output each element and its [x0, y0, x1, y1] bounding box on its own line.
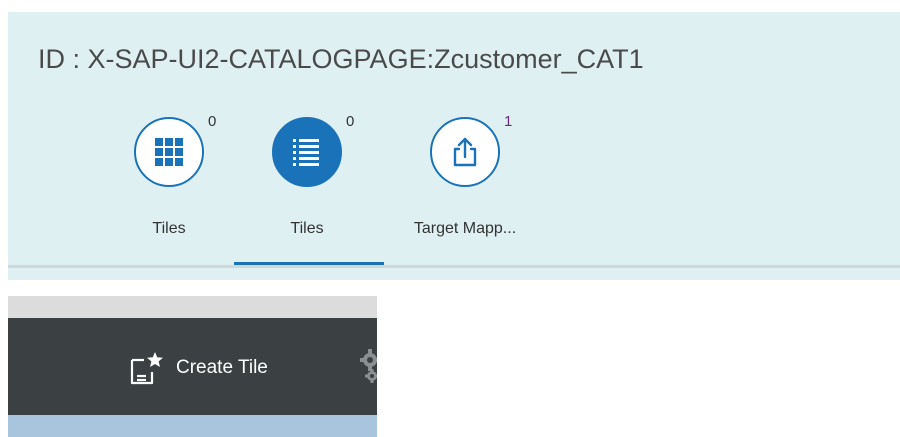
toolbar-bottom-strip	[8, 415, 377, 437]
tab-bar-divider	[8, 265, 900, 268]
gear-icon	[360, 349, 377, 383]
tab-icon-circle	[430, 117, 500, 187]
tab-label: Tiles	[290, 220, 324, 237]
create-tile-label: Create Tile	[176, 357, 268, 378]
grid-icon	[155, 138, 183, 166]
tab-count: 0	[346, 113, 355, 130]
footer-toolbar: Create Tile	[8, 318, 377, 415]
create-tile-icon	[130, 352, 163, 385]
tab-label: Target Mapp...	[413, 220, 517, 237]
tab-tiles-grid[interactable]: 0 Tiles	[96, 113, 246, 265]
toolbar-top-strip	[8, 296, 377, 318]
tab-icon-circle	[134, 117, 204, 187]
tab-label: Tiles	[152, 220, 186, 237]
catalog-header-panel: ID : X-SAP-UI2-CATALOGPAGE:Zcustomer_CAT…	[8, 12, 900, 280]
create-tile-button[interactable]: Create Tile	[128, 348, 268, 388]
page-title: ID : X-SAP-UI2-CATALOGPAGE:Zcustomer_CAT…	[38, 44, 644, 74]
tab-count: 1	[504, 113, 513, 130]
footer-toolbar-area: Create Tile	[8, 296, 377, 437]
list-icon	[293, 139, 319, 166]
tab-count: 0	[208, 113, 217, 130]
share-upload-icon	[453, 137, 477, 167]
tab-target-mappings[interactable]: 1 Target Mapp...	[392, 113, 542, 265]
tab-tiles-list[interactable]: 0 Tiles	[234, 113, 384, 265]
tab-icon-circle	[272, 117, 342, 187]
overflow-button[interactable]	[360, 346, 377, 386]
